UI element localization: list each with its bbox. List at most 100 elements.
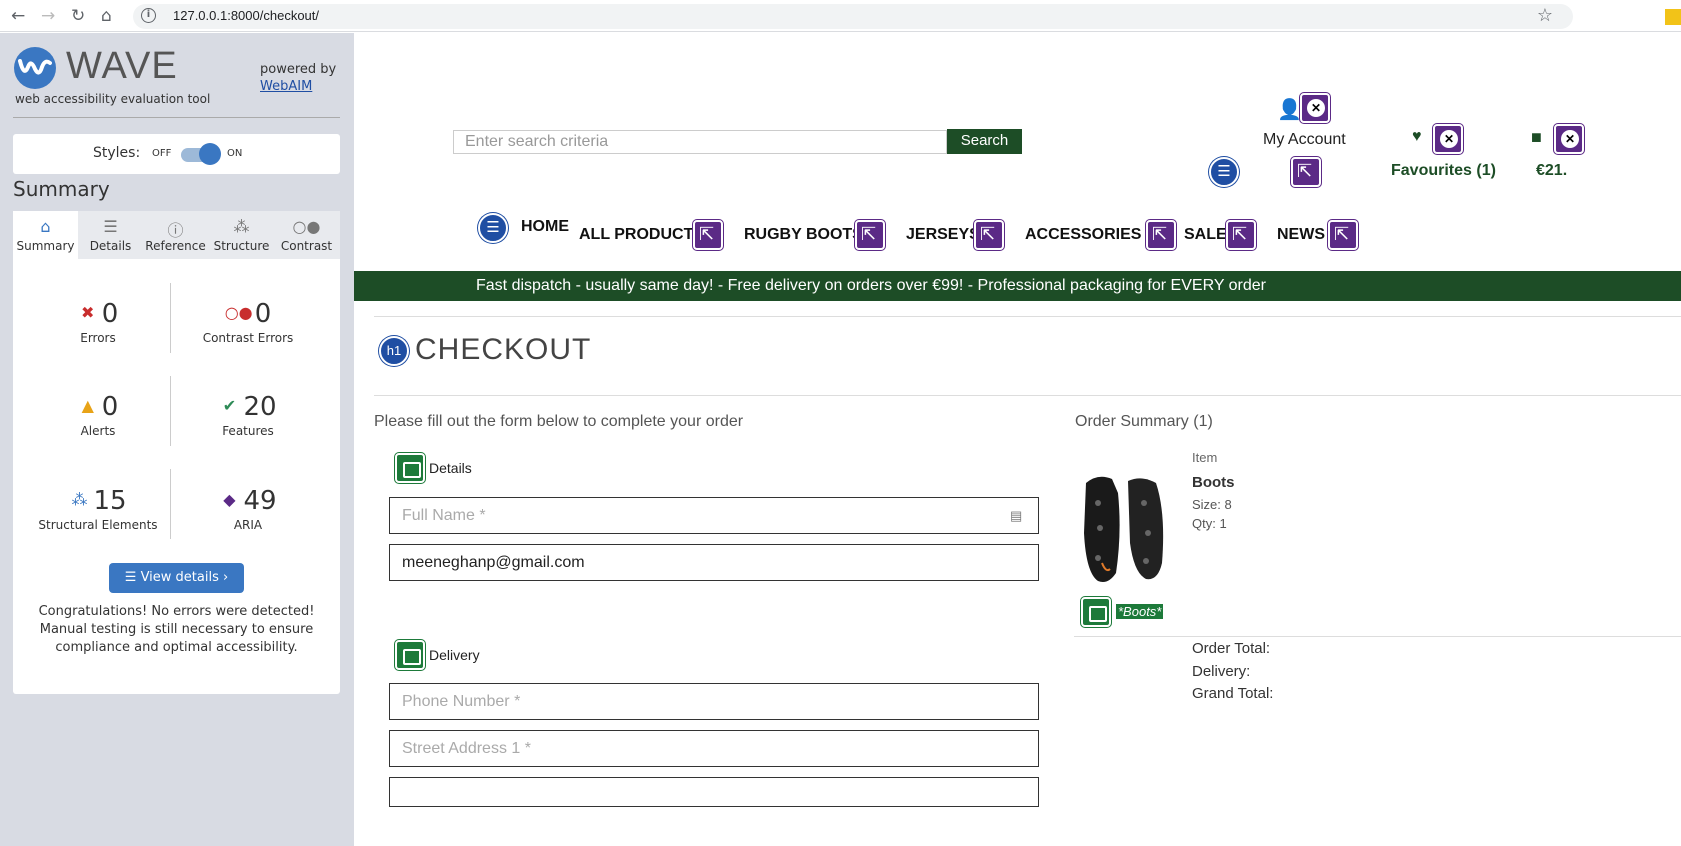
congrats-message: Congratulations! No errors were detected… [38, 604, 315, 655]
wave-aria-link-icon[interactable] [1328, 220, 1358, 250]
divider [374, 316, 1681, 317]
website: Enter search criteria Search 👤 My Accoun… [354, 33, 1681, 846]
wave-aria-icon[interactable] [1433, 124, 1463, 154]
nav-home[interactable]: HOME [521, 218, 569, 236]
fieldset-icon[interactable] [395, 640, 425, 670]
boots-product-image[interactable] [1078, 473, 1168, 588]
wave-aria-icon[interactable] [1554, 124, 1584, 154]
styles-on-label: ON [227, 148, 243, 159]
structure-icon: ⁂ [71, 490, 88, 509]
stat-aria[interactable]: ◆ 49 ARIA [173, 486, 323, 532]
nav-sale[interactable]: SALE [1184, 226, 1227, 244]
nav-rugby-boots[interactable]: RUGBY BOOTS [744, 226, 863, 244]
forward-icon[interactable]: → [41, 6, 55, 26]
stat-contrast-errors[interactable]: ○●0 Contrast Errors [173, 299, 323, 345]
stat-errors[interactable]: ✖ 0 Errors [23, 299, 173, 345]
divider [13, 117, 340, 118]
order-total-label: Order Total: [1192, 640, 1271, 657]
my-account-link[interactable]: My Account [1263, 131, 1346, 149]
info-icon[interactable]: i [141, 8, 156, 23]
webaim-link[interactable]: WebAIM [260, 78, 336, 95]
street-address-1-field[interactable]: Street Address 1 * [389, 730, 1039, 767]
image-alt-text: *Boots* [1116, 604, 1164, 619]
list-structure-icon[interactable]: ☰ [1209, 157, 1239, 187]
structure-icon: ⁂ [233, 217, 250, 236]
tab-summary[interactable]: ⌂ Summary [13, 211, 78, 259]
wave-brand: WAVE [66, 45, 178, 87]
list-icon: ☰ [124, 570, 141, 585]
item-qty: Qty: 1 [1192, 516, 1227, 531]
full-name-field[interactable]: Full Name * [389, 497, 1039, 534]
search-button[interactable]: Search [947, 129, 1022, 154]
tab-contrast[interactable]: ○● Contrast [274, 211, 339, 259]
bag-icon: ■ [1531, 127, 1542, 147]
user-icon: 👤 [1277, 99, 1302, 121]
wave-aria-icon[interactable] [1300, 93, 1330, 123]
wave-aria-link-icon[interactable] [693, 220, 723, 250]
styles-label: Styles: [93, 145, 141, 161]
nav-news[interactable]: NEWS [1277, 226, 1325, 244]
item-name: Boots [1192, 474, 1235, 491]
stat-features[interactable]: ✔ 20 Features [173, 392, 323, 438]
wave-sidebar: WAVE web accessibility evaluation tool p… [0, 33, 354, 846]
delivery-label: Delivery: [1192, 663, 1251, 680]
heart-icon: ♥ [1412, 128, 1422, 145]
stat-structural[interactable]: ⁂ 15 Structural Elements [23, 486, 173, 532]
tab-reference[interactable]: ⓘ Reference [143, 211, 208, 259]
order-summary-title: Order Summary (1) [1075, 413, 1213, 430]
info-icon: ⓘ [167, 221, 184, 240]
styles-toggle-box: Styles: OFF ON [13, 134, 340, 174]
page-title: CHECKOUT [415, 333, 592, 366]
stat-alerts[interactable]: ▲ 0 Alerts [23, 392, 173, 438]
delivery-legend: Delivery [429, 647, 480, 663]
home-icon: ⌂ [40, 217, 51, 236]
alert-icon: ▲ [81, 396, 94, 415]
street-address-2-field[interactable] [389, 777, 1039, 807]
linked-image-icon[interactable] [1081, 597, 1111, 627]
view-details-button[interactable]: ☰ View details › [109, 563, 244, 593]
wave-aria-link-icon[interactable] [855, 220, 885, 250]
favourites-link[interactable]: Favourites (1) [1391, 162, 1496, 180]
url-text[interactable]: 127.0.0.1:8000/checkout/ [173, 8, 319, 23]
wave-tabs: ⌂ Summary ☰ Details ⓘ Reference ⁂ Structure … [13, 211, 340, 259]
fieldset-icon[interactable] [395, 453, 425, 483]
email-field[interactable]: meeneghanp@gmail.com [389, 544, 1039, 581]
summary-panel: ⌂ Summary ☰ Details ⓘ Reference ⁂ Structure … [13, 211, 340, 694]
phone-field[interactable]: Phone Number * [389, 683, 1039, 720]
contrast-icon: ○● [292, 217, 321, 236]
details-legend: Details [429, 460, 472, 476]
back-icon[interactable]: ← [11, 6, 25, 26]
wave-aria-link-icon[interactable] [1226, 220, 1256, 250]
powered-by: powered by WebAIM [260, 61, 336, 95]
aria-icon: ◆ [223, 490, 236, 509]
error-icon: ✖ [81, 303, 95, 322]
home-icon[interactable]: ⌂ [101, 6, 112, 26]
feature-check-icon: ✔ [222, 396, 237, 415]
contrast-error-icon: ○● [224, 303, 253, 322]
reload-icon[interactable]: ↻ [71, 6, 85, 26]
list-icon: ☰ [103, 217, 118, 236]
cart-total[interactable]: €21. [1536, 162, 1567, 180]
wave-aria-link-icon[interactable] [974, 220, 1004, 250]
nav-jerseys[interactable]: JERSEYS [906, 226, 980, 244]
wave-logo-icon [14, 47, 56, 89]
wave-subtitle: web accessibility evaluation tool [15, 92, 211, 106]
bookmark-star-icon[interactable]: ☆ [1537, 5, 1553, 26]
promo-banner: Fast dispatch - usually same day! - Free… [354, 271, 1681, 301]
address-bar[interactable]: i 127.0.0.1:8000/checkout/ ☆ [133, 4, 1573, 29]
divider [374, 395, 1681, 396]
item-size: Size: 8 [1192, 497, 1232, 512]
extension-icon[interactable] [1665, 9, 1681, 25]
wave-aria-link-icon[interactable] [1291, 157, 1321, 187]
summary-title: Summary [13, 177, 110, 201]
nav-accessories[interactable]: ACCESSORIES [1025, 226, 1141, 244]
item-column-label: Item [1192, 450, 1218, 465]
nav-all-products[interactable]: ALL PRODUCTS [579, 226, 704, 244]
list-structure-icon[interactable]: ☰ [478, 213, 508, 243]
styles-toggle-knob[interactable] [199, 143, 221, 165]
tab-structure[interactable]: ⁂ Structure [209, 211, 274, 259]
h1-badge-icon[interactable]: h1 [379, 336, 409, 366]
wave-aria-link-icon[interactable] [1146, 220, 1176, 250]
tab-details[interactable]: ☰ Details [78, 211, 143, 259]
search-input[interactable]: Enter search criteria [453, 130, 947, 154]
